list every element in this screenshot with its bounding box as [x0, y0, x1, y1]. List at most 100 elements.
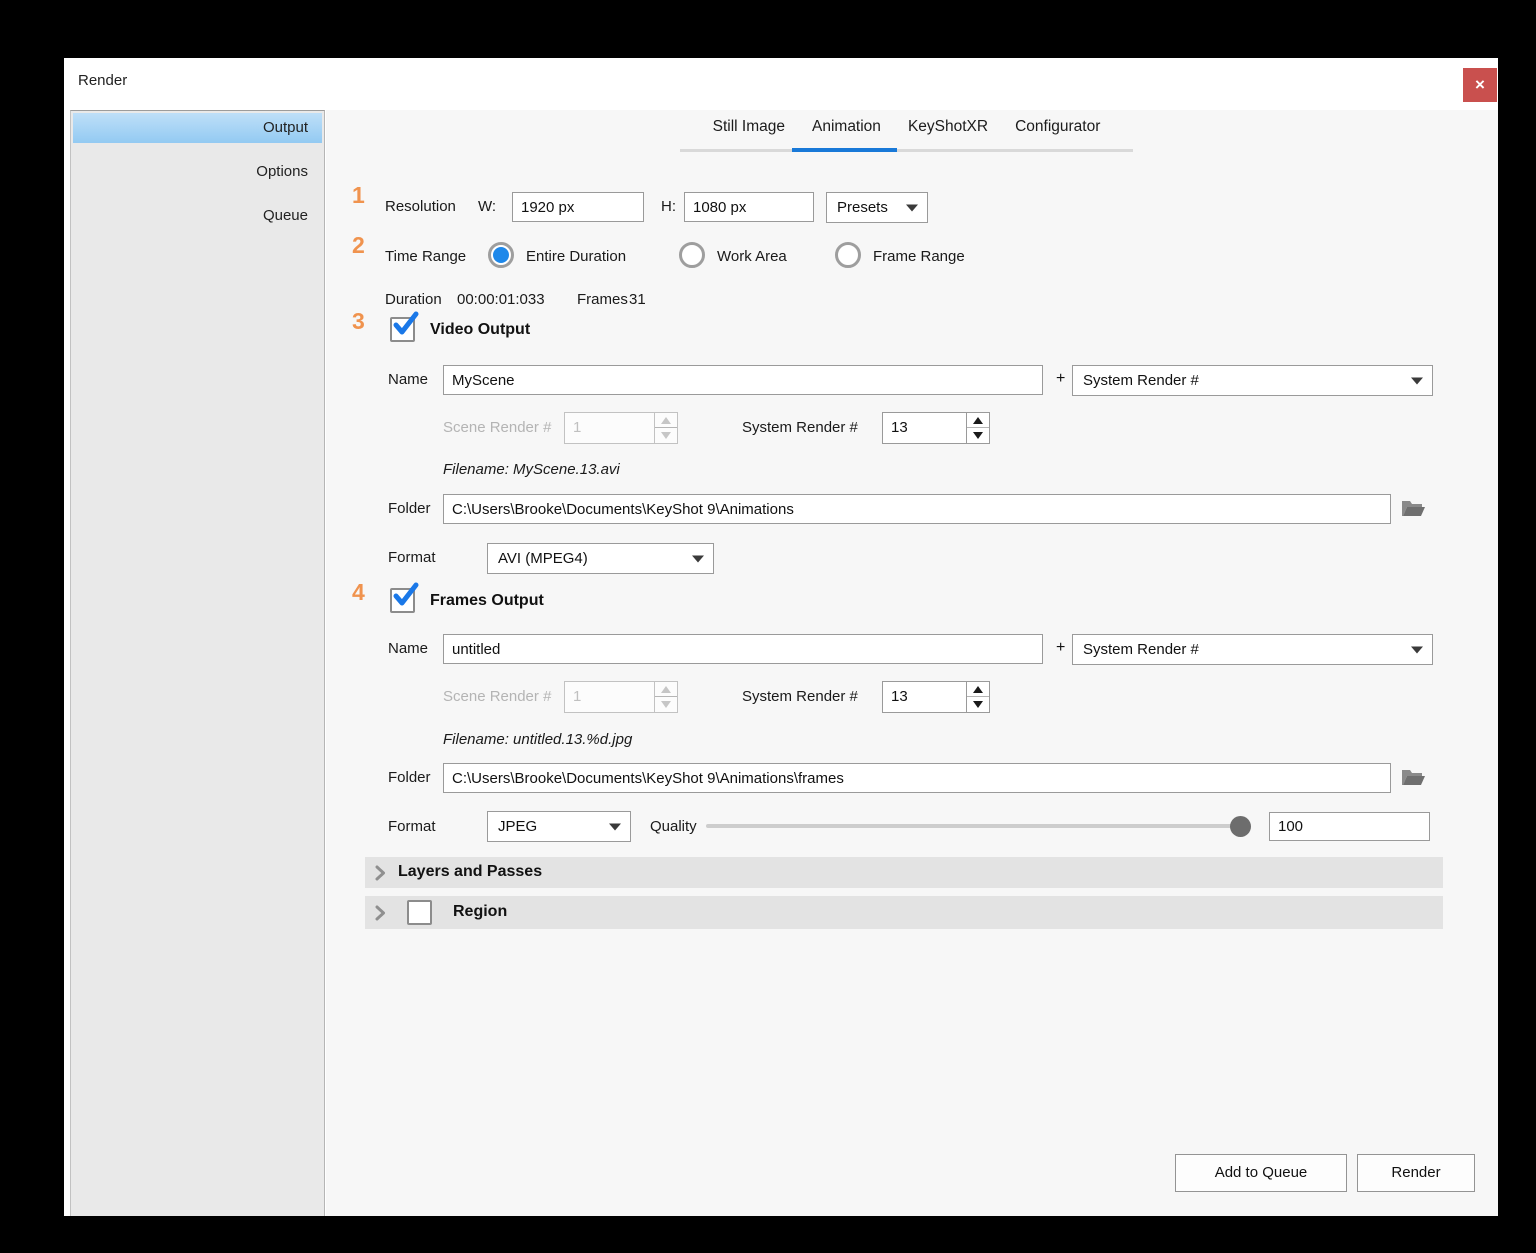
- tab-bar: Still Image Animation KeyShotXR Configur…: [680, 118, 1133, 136]
- frames-folder-input[interactable]: [443, 763, 1391, 793]
- video-suffix-dropdown[interactable]: System Render #: [1072, 365, 1433, 396]
- height-label: H:: [661, 198, 676, 215]
- video-plus-sign: +: [1056, 370, 1065, 388]
- height-input[interactable]: [684, 192, 814, 222]
- close-icon: ×: [1475, 75, 1485, 94]
- presets-dropdown-label: Presets: [837, 199, 888, 216]
- frames-scene-render-spinner: 1: [564, 681, 678, 713]
- resolution-label: Resolution: [385, 198, 456, 215]
- render-dialog: Render × Output Options Queue Still Imag…: [64, 58, 1498, 1216]
- region-title: Region: [453, 903, 507, 921]
- spinner-down-icon: [655, 428, 677, 443]
- spinner-down-icon[interactable]: [967, 428, 989, 443]
- video-format-dropdown[interactable]: AVI (MPEG4): [487, 543, 714, 574]
- step-number-3: 3: [352, 308, 365, 335]
- sidebar: Output Options Queue: [70, 110, 325, 1216]
- spinner-up-icon: [655, 413, 677, 428]
- frames-label: Frames: [577, 291, 628, 308]
- step-number-2: 2: [352, 232, 365, 259]
- render-button[interactable]: Render: [1357, 1154, 1475, 1192]
- tab-keyshotxr[interactable]: KeyShotXR: [908, 118, 988, 136]
- video-system-render-value: 13: [891, 419, 908, 436]
- width-label: W:: [478, 198, 496, 215]
- tab-animation[interactable]: Animation: [812, 118, 881, 136]
- step-number-4: 4: [352, 579, 365, 606]
- spinner-up-icon[interactable]: [967, 682, 989, 697]
- quality-slider-handle[interactable]: [1230, 816, 1251, 837]
- radio-frame-range[interactable]: [835, 242, 861, 268]
- frames-folder-label: Folder: [388, 769, 431, 786]
- entire-duration-label: Entire Duration: [526, 248, 626, 265]
- video-output-title: Video Output: [430, 321, 530, 339]
- chevron-down-icon: [609, 823, 621, 830]
- frames-suffix-dropdown[interactable]: System Render #: [1072, 634, 1433, 665]
- step-number-1: 1: [352, 182, 365, 209]
- video-system-render-spinner[interactable]: 13: [882, 412, 990, 444]
- video-format-label: Format: [388, 549, 436, 566]
- chevron-down-icon: [692, 555, 704, 562]
- quality-slider-track[interactable]: [706, 824, 1246, 828]
- frames-plus-sign: +: [1056, 639, 1065, 657]
- duration-value: 00:00:01:033: [457, 291, 545, 308]
- time-range-label: Time Range: [385, 248, 466, 265]
- frames-output-title: Frames Output: [430, 592, 544, 610]
- video-system-render-label: System Render #: [742, 419, 858, 436]
- frames-format-label: Format: [388, 818, 436, 835]
- chevron-down-icon: [1411, 377, 1423, 384]
- chevron-right-icon: [375, 865, 386, 881]
- frames-value: 31: [629, 291, 646, 308]
- frames-name-input[interactable]: [443, 634, 1043, 664]
- frames-system-render-value: 13: [891, 688, 908, 705]
- work-area-label: Work Area: [717, 248, 787, 265]
- frames-name-label: Name: [388, 640, 428, 657]
- layers-and-passes-section[interactable]: Layers and Passes: [365, 857, 1443, 888]
- layers-and-passes-title: Layers and Passes: [398, 863, 542, 881]
- folder-icon[interactable]: [1400, 767, 1426, 788]
- video-folder-label: Folder: [388, 500, 431, 517]
- tab-still-image[interactable]: Still Image: [713, 118, 785, 136]
- quality-label: Quality: [650, 818, 697, 835]
- spinner-down-icon[interactable]: [967, 697, 989, 712]
- frames-format-dropdown-label: JPEG: [498, 818, 537, 835]
- video-output-checkbox[interactable]: [390, 317, 415, 342]
- presets-dropdown[interactable]: Presets: [826, 192, 928, 223]
- sidebar-item-options[interactable]: Options: [73, 157, 322, 187]
- tab-track: [680, 149, 1133, 152]
- frames-filename-text: Filename: untitled.13.%d.jpg: [443, 731, 632, 748]
- add-to-queue-button[interactable]: Add to Queue: [1175, 1154, 1347, 1192]
- frame-range-label: Frame Range: [873, 248, 965, 265]
- frames-scene-render-value: 1: [573, 688, 581, 705]
- frames-suffix-dropdown-label: System Render #: [1083, 641, 1199, 658]
- video-scene-render-value: 1: [573, 419, 581, 436]
- sidebar-item-queue[interactable]: Queue: [73, 201, 322, 231]
- tab-configurator[interactable]: Configurator: [1015, 118, 1100, 136]
- width-input[interactable]: [512, 192, 644, 222]
- frames-system-render-spinner[interactable]: 13: [882, 681, 990, 713]
- chevron-right-icon: [375, 905, 386, 921]
- frames-output-checkbox[interactable]: [390, 588, 415, 613]
- spinner-up-icon[interactable]: [967, 413, 989, 428]
- video-name-input[interactable]: [443, 365, 1043, 395]
- frames-format-dropdown[interactable]: JPEG: [487, 811, 631, 842]
- tab-active-indicator: [792, 148, 897, 152]
- video-folder-input[interactable]: [443, 494, 1391, 524]
- region-checkbox[interactable]: [407, 900, 432, 925]
- duration-label: Duration: [385, 291, 442, 308]
- chevron-down-icon: [1411, 646, 1423, 653]
- region-section[interactable]: Region: [365, 896, 1443, 929]
- dialog-title: Render: [78, 72, 127, 89]
- chevron-down-icon: [906, 204, 918, 211]
- video-filename-text: Filename: MyScene.13.avi: [443, 461, 620, 478]
- video-name-label: Name: [388, 371, 428, 388]
- spinner-up-icon: [655, 682, 677, 697]
- video-scene-render-label: Scene Render #: [443, 419, 551, 436]
- video-format-dropdown-label: AVI (MPEG4): [498, 550, 588, 567]
- radio-entire-duration[interactable]: [488, 242, 514, 268]
- frames-scene-render-label: Scene Render #: [443, 688, 551, 705]
- video-scene-render-spinner: 1: [564, 412, 678, 444]
- folder-icon[interactable]: [1400, 498, 1426, 519]
- quality-input[interactable]: [1269, 812, 1430, 841]
- sidebar-item-output[interactable]: Output: [73, 113, 322, 143]
- radio-work-area[interactable]: [679, 242, 705, 268]
- close-button[interactable]: ×: [1463, 68, 1497, 102]
